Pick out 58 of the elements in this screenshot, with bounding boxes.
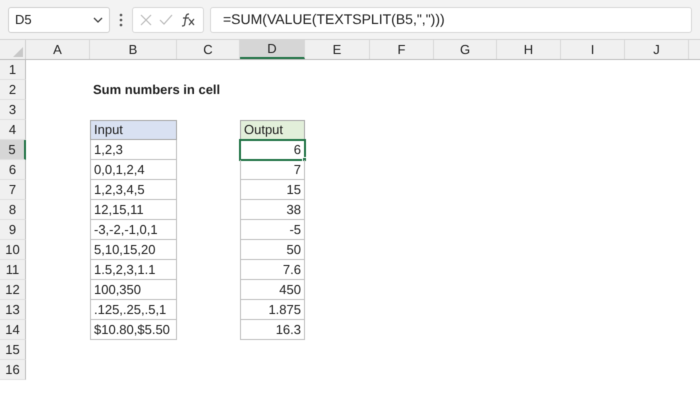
row-header[interactable]: 1 bbox=[0, 60, 26, 80]
table-cell: -5 bbox=[240, 220, 305, 240]
formula-text: =SUM(VALUE(TEXTSPLIT(B5,","))) bbox=[223, 10, 445, 29]
table-cell: -3,-2,-1,0,1 bbox=[90, 220, 177, 240]
column-header[interactable]: G bbox=[434, 40, 497, 59]
function-icon[interactable] bbox=[180, 12, 196, 26]
row-header[interactable]: 3 bbox=[0, 100, 26, 120]
column-header[interactable]: A bbox=[26, 40, 90, 59]
table-cell: 450 bbox=[240, 280, 305, 300]
column-header[interactable]: I bbox=[561, 40, 625, 59]
column-header[interactable]: H bbox=[497, 40, 561, 59]
table-cell: 1,2,3 bbox=[90, 140, 177, 160]
row-header[interactable]: 7 bbox=[0, 180, 26, 200]
row-header[interactable]: 5 bbox=[0, 140, 26, 160]
check-icon[interactable] bbox=[158, 14, 173, 25]
row-header[interactable]: 15 bbox=[0, 340, 26, 360]
more-options-icon[interactable] bbox=[119, 12, 123, 26]
table-cell: 12,15,11 bbox=[90, 200, 177, 220]
row-header[interactable]: 16 bbox=[0, 360, 26, 380]
table-cell: 100,350 bbox=[90, 280, 177, 300]
table-cell: 1.5,2,3,1.1 bbox=[90, 260, 177, 280]
table-cell: 50 bbox=[240, 240, 305, 260]
column-header[interactable]: J bbox=[625, 40, 689, 59]
column-heading: Output bbox=[240, 120, 305, 140]
table-cell: 7 bbox=[240, 160, 305, 180]
row-header[interactable]: 6 bbox=[0, 160, 26, 180]
column-heading: Input bbox=[90, 120, 177, 140]
sheet-title: Sum numbers in cell bbox=[92, 81, 220, 100]
formula-bar[interactable]: =SUM(VALUE(TEXTSPLIT(B5,","))) bbox=[210, 6, 692, 32]
table-cell: 1,2,3,4,5 bbox=[90, 180, 177, 200]
row-header[interactable]: 4 bbox=[0, 120, 26, 140]
corner-triangle-icon bbox=[13, 47, 23, 57]
row-header[interactable]: 8 bbox=[0, 200, 26, 220]
table-cell: 6 bbox=[240, 140, 305, 160]
name-box[interactable]: D5 bbox=[8, 6, 110, 32]
table-cell: 0,0,1,2,4 bbox=[90, 160, 177, 180]
column-header[interactable]: F bbox=[370, 40, 434, 59]
fill-handle[interactable] bbox=[302, 157, 307, 162]
row-header[interactable]: 13 bbox=[0, 300, 26, 320]
cell-reference: D5 bbox=[15, 10, 32, 29]
column-header[interactable]: D bbox=[240, 40, 305, 59]
chevron-down-icon bbox=[93, 16, 103, 22]
row-header[interactable]: 9 bbox=[0, 220, 26, 240]
row-header[interactable]: 14 bbox=[0, 320, 26, 340]
table-cell: .125,.25,.5,1 bbox=[90, 300, 177, 320]
row-header[interactable]: 11 bbox=[0, 260, 26, 280]
row-header[interactable]: 2 bbox=[0, 80, 26, 100]
table-cell: $10.80,$5.50 bbox=[90, 320, 177, 340]
table-cell: 5,10,15,20 bbox=[90, 240, 177, 260]
table-cell: 7.6 bbox=[240, 260, 305, 280]
column-header[interactable]: E bbox=[305, 40, 370, 59]
column-header[interactable]: B bbox=[90, 40, 177, 59]
table-cell: 16.3 bbox=[240, 320, 305, 340]
table-cell: 1.875 bbox=[240, 300, 305, 320]
table-cell: 38 bbox=[240, 200, 305, 220]
row-header[interactable]: 12 bbox=[0, 280, 26, 300]
row-header[interactable]: 10 bbox=[0, 240, 26, 260]
table-cell: 15 bbox=[240, 180, 305, 200]
